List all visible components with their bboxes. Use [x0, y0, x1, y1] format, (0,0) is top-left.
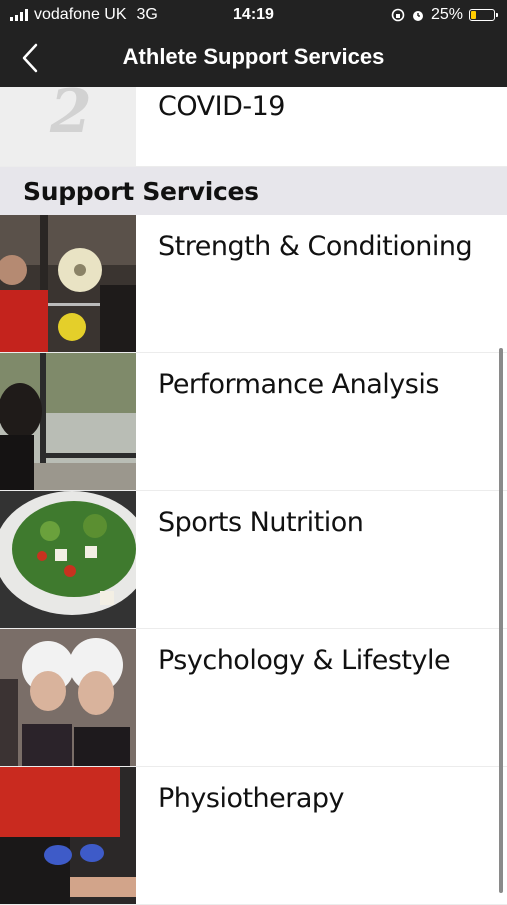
- list-item-performance-analysis[interactable]: Performance Analysis: [0, 353, 507, 491]
- salad-photo: [0, 491, 136, 628]
- orientation-lock-icon: [391, 8, 405, 22]
- services-list: 2 COVID-19 Support Services Strength & C…: [0, 87, 507, 905]
- page-title: Athlete Support Services: [122, 44, 385, 69]
- svg-text:2: 2: [49, 87, 92, 147]
- covid-thumbnail: 2: [0, 87, 136, 166]
- analysis-photo: [0, 353, 136, 490]
- list-item-strength-conditioning[interactable]: Strength & Conditioning: [0, 215, 507, 353]
- list-item-sports-nutrition[interactable]: Sports Nutrition: [0, 491, 507, 629]
- list-item-label: Psychology & Lifestyle: [158, 645, 451, 676]
- scrollbar[interactable]: [499, 348, 503, 893]
- battery-fill: [471, 11, 476, 19]
- list-item-label: Strength & Conditioning: [158, 231, 473, 262]
- weightlifting-photo: [0, 215, 136, 352]
- list-item-label: COVID-19: [158, 91, 285, 122]
- list-item-covid[interactable]: 2 COVID-19: [0, 87, 507, 167]
- section-header: Support Services: [0, 167, 507, 215]
- status-bar: vodafone UK 3G 14:19 25%: [0, 0, 507, 30]
- list-item-physiotherapy[interactable]: Physiotherapy: [0, 767, 507, 905]
- list-item-psychology-lifestyle[interactable]: Psychology & Lifestyle: [0, 629, 507, 767]
- battery-icon: [469, 9, 498, 21]
- physio-photo: [0, 767, 136, 904]
- section-header-title: Support Services: [23, 177, 259, 206]
- battery-percent: 25%: [430, 6, 463, 23]
- navigation-bar: Athlete Support Services: [0, 30, 507, 87]
- list-item-label: Sports Nutrition: [158, 507, 364, 538]
- status-right: 25%: [391, 6, 498, 24]
- alarm-icon: [412, 11, 423, 21]
- list-item-label: Performance Analysis: [158, 369, 439, 400]
- water-polo-photo: [0, 629, 136, 766]
- list-item-label: Physiotherapy: [158, 783, 345, 814]
